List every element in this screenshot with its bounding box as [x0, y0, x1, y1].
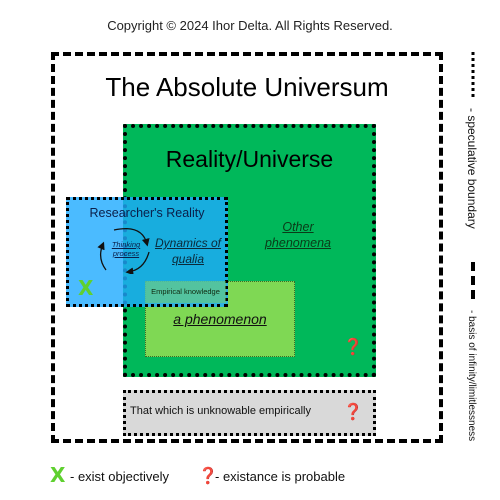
- exist-objectively-x-icon: X: [78, 276, 94, 300]
- researchers-reality-title: Researcher's Reality: [89, 206, 205, 220]
- legend-exist-objectively: - exist objectively: [70, 469, 169, 484]
- empirical-knowledge-label: Empirical knowledge: [145, 281, 226, 303]
- copyright-text: Copyright © 2024 Ihor Delta. All Rights …: [107, 18, 393, 33]
- other-phenomena-label: Other phenomena: [264, 220, 332, 250]
- a-phenomenon-label: a phenomenon: [173, 311, 267, 327]
- legend-x-icon: X: [50, 463, 66, 487]
- dynamics-of-qualia-label: Dynamics of qualia: [154, 236, 222, 266]
- absolute-universum-title: The Absolute Universum: [105, 72, 389, 102]
- thinking-process-label: Thinking process: [111, 240, 141, 258]
- reality-universe-title: Reality/Universe: [165, 146, 334, 172]
- reality-question-icon: ❓: [343, 339, 363, 356]
- infinity-basis-legend: - basis of infinity/limitlessness: [466, 310, 477, 442]
- legend-existence-probable: - existance is probable: [215, 469, 346, 484]
- unknowable-empirically-label: That which is unknowable empirically: [130, 405, 311, 417]
- speculative-boundary-legend: - speculative boundary: [465, 108, 479, 229]
- infinity-basis-sample-icon: [471, 262, 475, 302]
- unknowable-question-icon: ❓: [343, 404, 363, 421]
